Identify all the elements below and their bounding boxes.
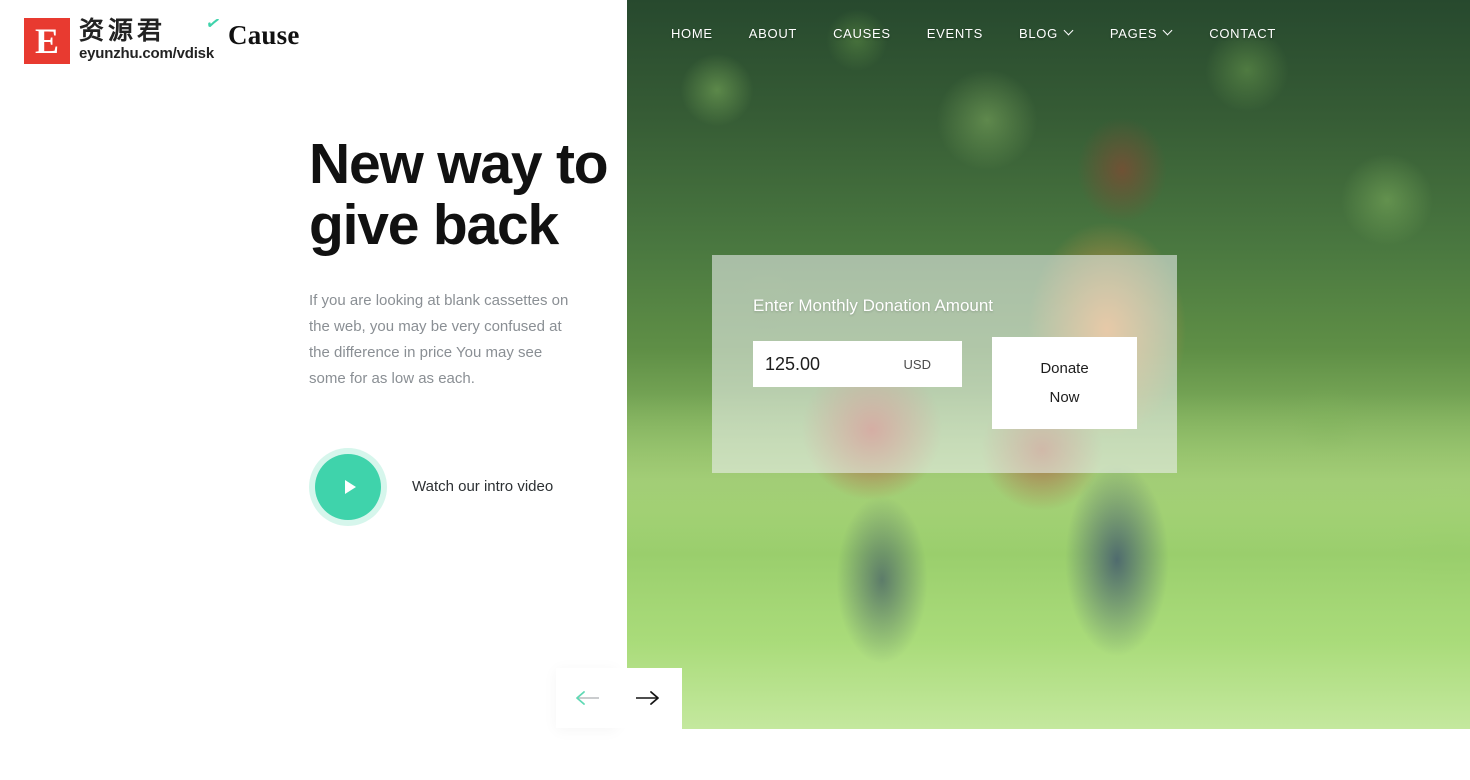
nav-item-about[interactable]: ABOUT	[731, 26, 815, 41]
nav-item-events[interactable]: EVENTS	[909, 26, 1001, 41]
nav-label-contact: CONTACT	[1209, 25, 1276, 41]
donation-amount-input[interactable]: 125.00	[765, 354, 820, 375]
nav-label-about: ABOUT	[748, 25, 798, 41]
donation-panel: Enter Monthly Donation Amount 125.00 USD…	[712, 255, 1177, 473]
chevron-down-icon	[1065, 27, 1074, 36]
slider-next-button[interactable]	[617, 668, 678, 728]
site-watermark: E 资源君 eyunzhu.com/vdisk	[24, 16, 214, 64]
watermark-url-text: eyunzhu.com/vdisk	[79, 45, 214, 63]
donate-button-line1: Donate	[1040, 360, 1089, 377]
nav-label-events: EVENTS	[926, 25, 983, 41]
nav-item-home[interactable]: HOME	[653, 26, 731, 41]
brand-name[interactable]: Cause	[228, 20, 300, 51]
watermark-badge-letter: E	[34, 21, 59, 61]
slider-prev-button[interactable]	[556, 668, 617, 728]
nav-label-pages: PAGES	[1109, 25, 1158, 41]
nav-label-home: HOME	[670, 25, 713, 41]
watermark-badge-icon: E	[24, 18, 70, 64]
leaf-tick-icon: ✓	[204, 12, 223, 35]
watermark-text: 资源君 eyunzhu.com/vdisk	[79, 16, 214, 63]
page-title: New way to give back	[309, 132, 609, 257]
hero-paragraph: If you are looking at blank cassettes on…	[309, 291, 569, 387]
nav-label-blog: BLOG	[1018, 25, 1058, 41]
nav-item-contact[interactable]: CONTACT	[1191, 26, 1294, 41]
play-core	[315, 453, 381, 520]
main-navigation: HOME ABOUT CAUSES EVENTS BLOG PAGES CONT…	[627, 0, 1470, 66]
arrow-right-icon	[635, 691, 659, 705]
nav-label-causes: CAUSES	[833, 25, 891, 41]
donation-currency-label: USD	[903, 356, 931, 372]
arrow-left-icon	[575, 691, 599, 705]
donation-title: Enter Monthly Donation Amount	[753, 296, 994, 315]
nav-item-pages[interactable]: PAGES	[1092, 26, 1191, 41]
hero-content: New way to give back If you are looking …	[309, 134, 609, 526]
hero-slider-page: HOME ABOUT CAUSES EVENTS BLOG PAGES CONT…	[0, 0, 1470, 780]
watch-intro-video-button[interactable]: Watch our intro video	[309, 447, 554, 526]
chevron-down-icon	[1164, 27, 1173, 36]
nav-item-blog[interactable]: BLOG	[1001, 26, 1092, 41]
play-triangle	[344, 479, 356, 494]
play-icon[interactable]	[309, 447, 387, 526]
slider-navigation	[556, 668, 682, 728]
donate-button-line2: Now	[1049, 389, 1080, 406]
nav-list: HOME ABOUT CAUSES EVENTS BLOG PAGES CONT…	[653, 26, 1294, 41]
nav-item-causes[interactable]: CAUSES	[815, 26, 909, 41]
donate-now-button[interactable]: Donate Now	[992, 337, 1137, 429]
watermark-chinese-text: 资源君	[79, 16, 167, 45]
watch-intro-video-label: Watch our intro video	[412, 478, 554, 496]
brand-bar: E 资源君 eyunzhu.com/vdisk ✓ Cause	[0, 0, 627, 92]
donation-amount-field[interactable]: 125.00 USD	[753, 341, 962, 387]
